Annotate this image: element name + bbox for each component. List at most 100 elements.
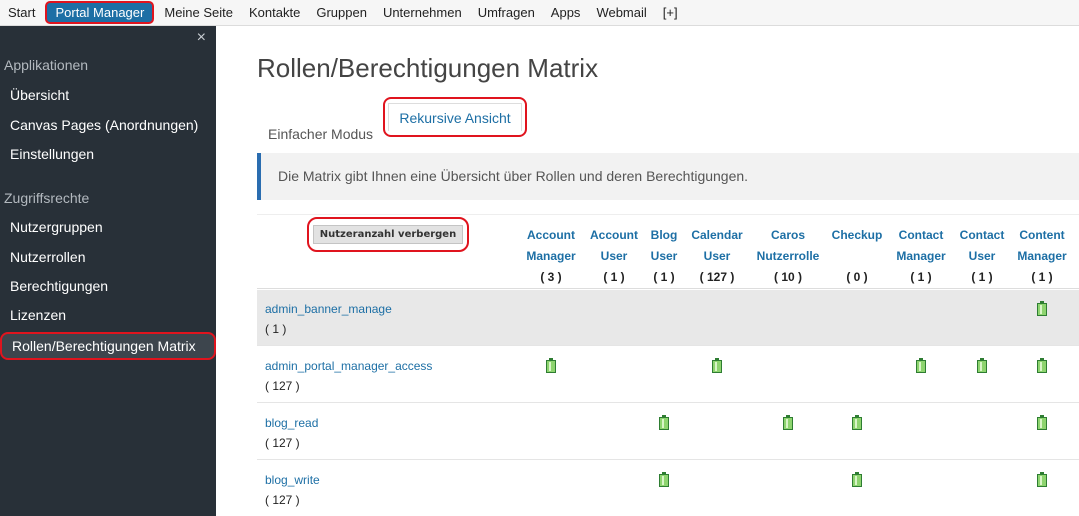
permission-user-count: ( 127 ) — [265, 379, 300, 393]
nav-item-9[interactable]: [+] — [655, 0, 686, 25]
sidebar-item-1-1[interactable]: Nutzerrollen — [10, 249, 85, 265]
column-header-line2 — [832, 246, 883, 267]
permission-user-count: ( 1 ) — [265, 322, 287, 336]
permission-name[interactable]: blog_write — [265, 473, 320, 487]
battery-icon[interactable] — [1037, 415, 1047, 430]
nav-item-2[interactable]: Meine Seite — [156, 0, 241, 25]
column-user-count: ( 10 ) — [773, 270, 802, 284]
matrix-row: admin_portal_manager_access ( 127 ) — [257, 347, 1079, 403]
info-box: Die Matrix gibt Ihnen eine Übersicht übe… — [257, 153, 1079, 200]
matrix-row: admin_banner_manage ( 1 ) — [257, 290, 1079, 346]
column-user-count: ( 1 ) — [910, 270, 932, 284]
battery-icon[interactable] — [852, 472, 862, 487]
close-sidebar-icon[interactable]: × — [197, 29, 206, 47]
sidebar: × Applikationen Übersicht Canvas Pages (An… — [0, 26, 216, 516]
battery-icon[interactable] — [852, 415, 862, 430]
main-content: Rollen/Berechtigungen Matrix Einfacher M… — [216, 26, 1079, 516]
permission-user-count: ( 127 ) — [265, 493, 300, 507]
column-header-7[interactable]: Contact User ( 1 ) — [960, 225, 1005, 288]
sidebar-section-title: Applikationen — [4, 57, 89, 73]
battery-body — [659, 417, 669, 430]
column-header-line1: Contact — [959, 228, 1005, 242]
permission-name[interactable]: blog_read — [265, 416, 318, 430]
column-header-4[interactable]: Caros Nutzerrolle ( 10 ) — [757, 225, 820, 288]
permission-name[interactable]: admin_portal_manager_access — [265, 359, 432, 373]
battery-icon[interactable] — [1037, 358, 1047, 373]
tab-simple-mode[interactable]: Einfacher Modus — [268, 120, 373, 149]
sidebar-item-0-0[interactable]: Übersicht — [10, 87, 69, 103]
column-header-3[interactable]: Calendar User ( 127 ) — [691, 225, 742, 288]
sidebar-item-1-4[interactable]: Rollen/Berechtigungen Matrix — [0, 332, 216, 360]
nav-item-0[interactable]: Start — [0, 0, 43, 25]
matrix-row: blog_write ( 127 ) — [257, 461, 1079, 516]
battery-body — [852, 417, 862, 430]
battery-body — [546, 360, 556, 373]
nav-item-5[interactable]: Unternehmen — [375, 0, 470, 25]
column-header-line1: Calendar — [691, 228, 743, 242]
battery-icon[interactable] — [916, 358, 926, 373]
nav-item-3[interactable]: Kontakte — [241, 0, 308, 25]
column-user-count: ( 127 ) — [699, 270, 735, 284]
battery-body — [1037, 303, 1047, 316]
nav-item-6[interactable]: Umfragen — [470, 0, 543, 25]
battery-body — [852, 474, 862, 487]
battery-icon[interactable] — [1037, 472, 1047, 487]
column-header-line2: User — [968, 249, 996, 263]
tab-recursive-view[interactable]: Rekursive Ansicht — [383, 97, 527, 137]
matrix-header: Nutzeranzahl verbergen Account Manager ( 3… — [257, 214, 1079, 289]
column-user-count: ( 1 ) — [653, 270, 675, 284]
column-header-line2: Nutzerrolle — [756, 249, 820, 263]
permission-name[interactable]: admin_banner_manage — [265, 302, 392, 316]
column-header-6[interactable]: Contact Manager ( 1 ) — [896, 225, 945, 288]
column-header-line1: Account — [590, 228, 638, 242]
battery-icon[interactable] — [546, 358, 556, 373]
nav-item-4[interactable]: Gruppen — [308, 0, 375, 25]
toggle-highlight: Nutzeranzahl verbergen — [307, 217, 469, 252]
column-header-0[interactable]: Account Manager ( 3 ) — [526, 225, 575, 288]
column-header-line2: User — [600, 249, 628, 263]
column-header-line2: User — [650, 249, 678, 263]
battery-body — [1037, 474, 1047, 487]
battery-body — [712, 360, 722, 373]
column-user-count: ( 1 ) — [1031, 270, 1053, 284]
column-header-line1: Blog — [650, 228, 678, 242]
battery-icon[interactable] — [659, 415, 669, 430]
info-text: Die Matrix gibt Ihnen eine Übersicht übe… — [278, 168, 749, 184]
column-header-line2: Manager — [896, 249, 946, 263]
column-header-line1: Account — [526, 228, 575, 242]
sidebar-item-0-2[interactable]: Einstellungen — [10, 146, 94, 162]
nav-item-1[interactable]: Portal Manager — [45, 1, 155, 24]
battery-icon[interactable] — [1037, 301, 1047, 316]
nav-item-8[interactable]: Webmail — [588, 0, 654, 25]
column-header-line2: Manager — [1017, 249, 1067, 263]
battery-body — [783, 417, 793, 430]
sidebar-item-1-0[interactable]: Nutzergruppen — [10, 219, 103, 235]
sidebar-item-1-3[interactable]: Lizenzen — [10, 307, 66, 323]
battery-body — [977, 360, 987, 373]
column-header-line1: Contact — [898, 228, 944, 242]
column-header-2[interactable]: Blog User ( 1 ) — [651, 225, 678, 288]
column-header-5[interactable]: Checkup ( 0 ) — [832, 225, 883, 288]
permission-user-count: ( 127 ) — [265, 436, 300, 450]
hide-user-count-button[interactable]: Nutzeranzahl verbergen — [312, 225, 464, 244]
battery-body — [1037, 360, 1047, 373]
battery-body — [659, 474, 669, 487]
column-user-count: ( 1 ) — [603, 270, 625, 284]
battery-icon[interactable] — [783, 415, 793, 430]
sidebar-item-1-2[interactable]: Berechtigungen — [10, 278, 108, 294]
column-header-line2: Manager — [526, 249, 576, 263]
nav-item-7[interactable]: Apps — [543, 0, 589, 25]
sidebar-item-0-1[interactable]: Canvas Pages (Anordnungen) — [10, 117, 198, 133]
column-user-count: ( 3 ) — [540, 270, 562, 284]
role-permission-matrix: Nutzeranzahl verbergen Account Manager ( 3… — [257, 214, 1079, 516]
column-header-1[interactable]: Account User ( 1 ) — [590, 225, 638, 288]
column-header-line1: Content — [1019, 228, 1065, 242]
battery-icon[interactable] — [659, 472, 669, 487]
column-user-count: ( 1 ) — [971, 270, 993, 284]
tab-recursive-label: Rekursive Ansicht — [388, 103, 522, 131]
battery-icon[interactable] — [712, 358, 722, 373]
battery-icon[interactable] — [977, 358, 987, 373]
page-title: Rollen/Berechtigungen Matrix — [257, 53, 599, 83]
matrix-row: blog_read ( 127 ) — [257, 404, 1079, 460]
column-header-8[interactable]: Content Manager ( 1 ) — [1017, 225, 1066, 288]
